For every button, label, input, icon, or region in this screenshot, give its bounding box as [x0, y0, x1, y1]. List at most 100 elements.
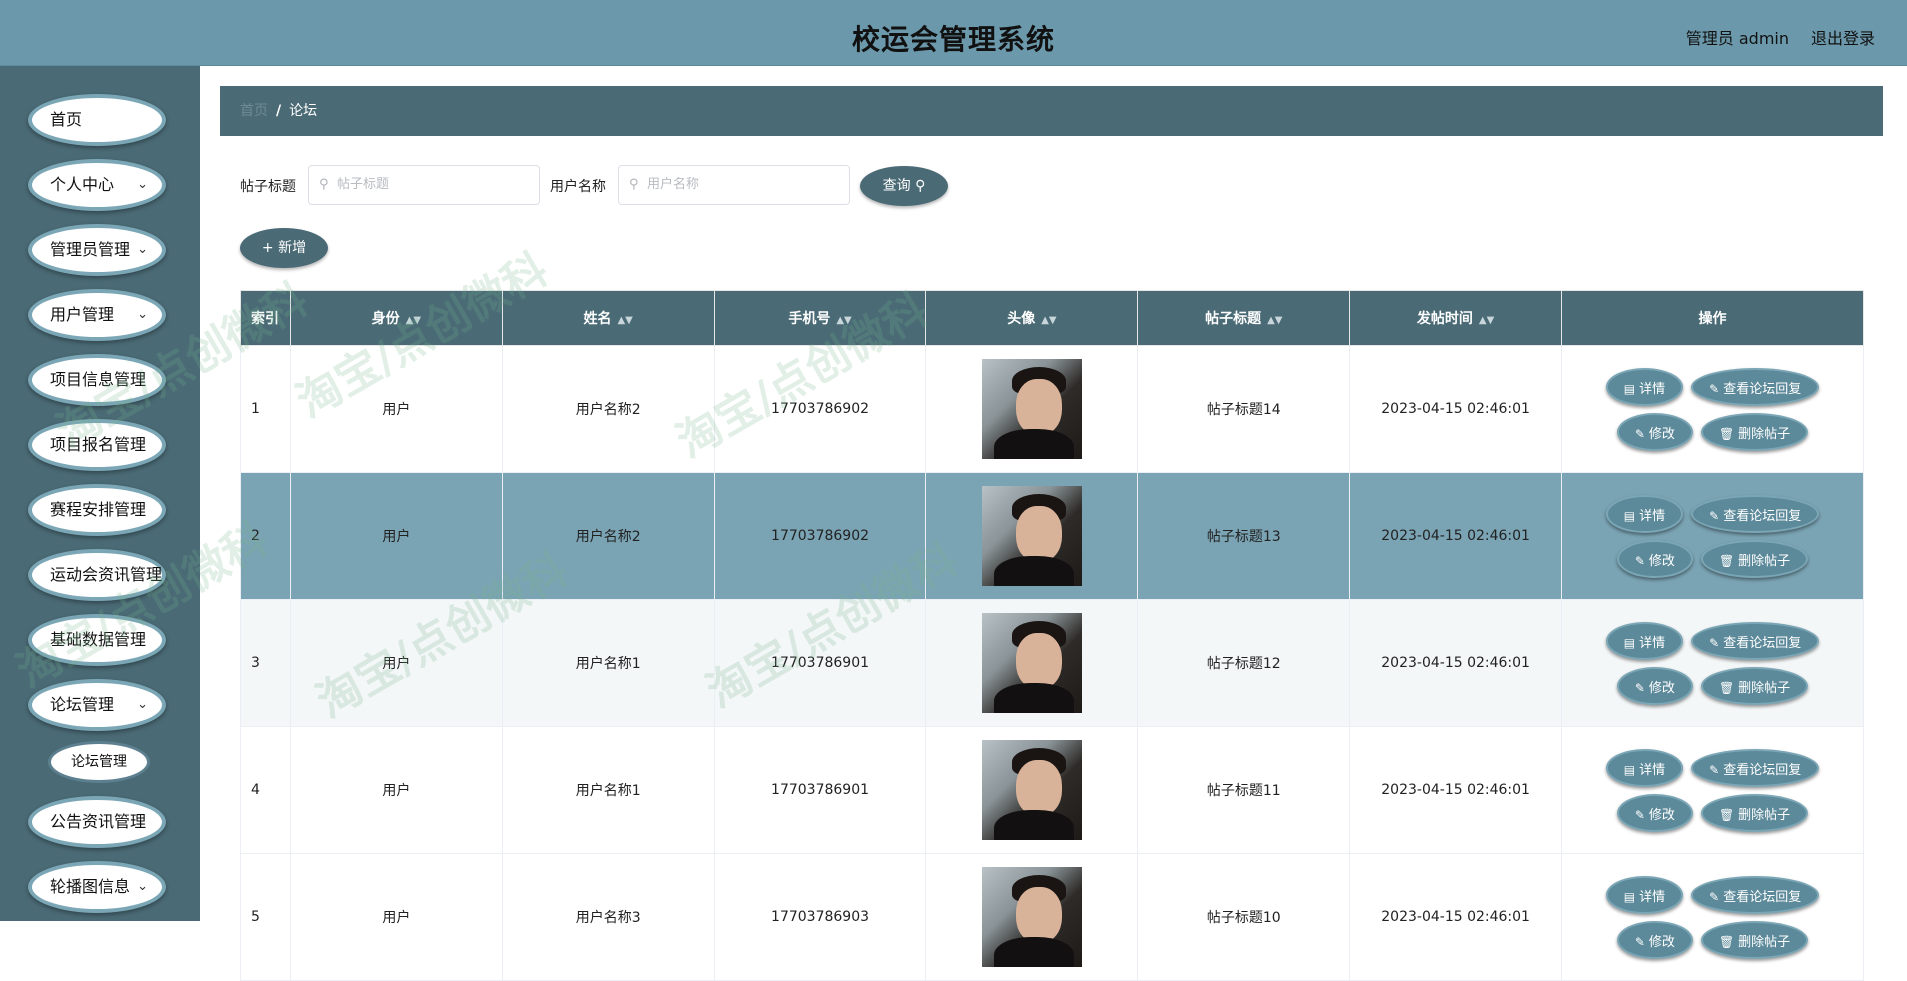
sidebar-item-profile[interactable]: 个人中心 ⌄ — [28, 159, 166, 211]
col-title-label: 帖子标题 — [1205, 311, 1262, 327]
sidebar-item-admin[interactable]: 管理员管理 ⌄ — [28, 224, 166, 276]
view-replies-button[interactable]: ✎ 查看论坛回复 — [1691, 494, 1820, 533]
view-replies-button-label: 查看论坛回复 — [1723, 762, 1802, 778]
delete-button-label: 删除帖子 — [1738, 934, 1791, 950]
detail-button[interactable]: ▤ 详情 — [1605, 875, 1684, 914]
delete-button[interactable]: 🗑 删除帖子 — [1700, 793, 1809, 832]
view-replies-button[interactable]: ✎ 查看论坛回复 — [1691, 621, 1820, 660]
table-row[interactable]: 1 用户 用户名称2 17703786902 帖子标题14 2023-04-15 02:4… — [240, 345, 1864, 473]
cell-phone: 17703786901 — [713, 599, 927, 727]
cell-phone: 17703786902 — [713, 472, 927, 600]
edit-button-label: 修改 — [1648, 426, 1675, 442]
detail-button[interactable]: ▤ 详情 — [1605, 748, 1684, 787]
view-replies-button-label: 查看论坛回复 — [1723, 508, 1802, 524]
sidebar-item-news[interactable]: 运动会资讯管理 — [28, 549, 166, 601]
pencil-icon: ✎ — [1709, 635, 1720, 650]
sidebar-item-label: 基础数据管理 — [50, 630, 147, 649]
sort-icon[interactable]: ▲▼ — [617, 315, 632, 326]
view-replies-button[interactable]: ✎ 查看论坛回复 — [1691, 875, 1820, 914]
sidebar-item-base-data[interactable]: 基础数据管理 — [28, 614, 166, 666]
cell-avatar — [925, 599, 1139, 727]
edit-button-label: 修改 — [1648, 807, 1675, 823]
sort-icon[interactable]: ▲▼ — [1267, 315, 1282, 326]
delete-button[interactable]: 🗑 删除帖子 — [1700, 412, 1809, 451]
edit-button[interactable]: ✎ 修改 — [1616, 920, 1693, 959]
sort-icon[interactable]: ▲▼ — [836, 315, 851, 326]
avatar[interactable] — [981, 740, 1082, 840]
col-title[interactable]: 帖子标题 ▲▼ — [1137, 290, 1351, 346]
title-search-input[interactable] — [337, 177, 527, 192]
delete-button-label: 删除帖子 — [1738, 680, 1791, 696]
edit-button[interactable]: ✎ 修改 — [1616, 539, 1693, 578]
sidebar-item-label: 论坛管理 — [50, 695, 115, 714]
sidebar-item-users[interactable]: 用户管理 ⌄ — [28, 289, 166, 341]
sidebar-item-notice[interactable]: 公告资讯管理 — [28, 796, 166, 848]
forum-table: 索引 身份 ▲▼ 姓名 ▲▼ 手机号 ▲▼ 头像 ▲▼ 帖子标题 ▲▼ 发帖时间 ▲▼ 操作… — [240, 290, 1864, 981]
cell-avatar — [925, 472, 1139, 600]
avatar[interactable] — [981, 486, 1082, 586]
query-button[interactable]: 查询 ⚲ — [860, 166, 948, 206]
cell-name: 用户名称3 — [501, 853, 715, 981]
edit-button[interactable]: ✎ 修改 — [1616, 666, 1693, 705]
view-replies-button[interactable]: ✎ 查看论坛回复 — [1691, 367, 1820, 406]
detail-button[interactable]: ▤ 详情 — [1605, 367, 1684, 406]
edit-button[interactable]: ✎ 修改 — [1616, 793, 1693, 832]
name-search-field[interactable]: ⚲ — [618, 165, 850, 205]
avatar[interactable] — [981, 867, 1082, 967]
app-title: 校运会管理系统 — [851, 23, 1055, 56]
sidebar-item-project-info[interactable]: 项目信息管理 — [28, 354, 166, 406]
table-row[interactable]: 2 用户 用户名称2 17703786902 帖子标题13 2023-04-15 02:4… — [240, 472, 1864, 600]
table-row[interactable]: 3 用户 用户名称1 17703786901 帖子标题12 2023-04-15 02:4… — [240, 599, 1864, 727]
sidebar: 首页 个人中心 ⌄ 管理员管理 ⌄ 用户管理 ⌄ 项目信息管理 项目报名管理 赛程安排… — [0, 66, 200, 921]
sidebar-item-carousel[interactable]: 轮播图信息 ⌄ — [28, 861, 166, 913]
cell-phone: 17703786902 — [713, 345, 927, 473]
title-search-field[interactable]: ⚲ — [308, 165, 540, 205]
edit-button[interactable]: ✎ 修改 — [1616, 412, 1693, 451]
avatar[interactable] — [981, 359, 1082, 459]
add-button[interactable]: + 新增 — [240, 228, 328, 268]
col-phone[interactable]: 手机号 ▲▼ — [713, 290, 927, 346]
sidebar-item-forum[interactable]: 论坛管理 ⌄ — [28, 679, 166, 731]
breadcrumb-home[interactable]: 首页 — [240, 103, 268, 119]
cell-time: 2023-04-15 02:46:01 — [1349, 599, 1563, 727]
detail-button[interactable]: ▤ 详情 — [1605, 621, 1684, 660]
col-avatar[interactable]: 头像 ▲▼ — [925, 290, 1139, 346]
col-phone-label: 手机号 — [788, 311, 831, 327]
cell-actions: ▤ 详情 ✎ 查看论坛回复 ✎ 修改 🗑 删除帖子 — [1561, 472, 1864, 600]
detail-button[interactable]: ▤ 详情 — [1605, 494, 1684, 533]
cell-role: 用户 — [289, 853, 503, 981]
sidebar-item-schedule[interactable]: 赛程安排管理 — [28, 484, 166, 536]
logout-link[interactable]: 退出登录 — [1811, 25, 1875, 49]
sort-icon[interactable]: ▲▼ — [406, 315, 421, 326]
col-actions: 操作 — [1561, 290, 1864, 346]
sidebar-item-label: 公告资讯管理 — [50, 812, 147, 831]
view-replies-button[interactable]: ✎ 查看论坛回复 — [1691, 748, 1820, 787]
sort-icon[interactable]: ▲▼ — [1041, 315, 1056, 326]
cell-name: 用户名称2 — [501, 472, 715, 600]
avatar[interactable] — [981, 613, 1082, 713]
detail-button-label: 详情 — [1639, 508, 1666, 524]
col-role[interactable]: 身份 ▲▼ — [289, 290, 503, 346]
sidebar-item-home[interactable]: 首页 — [28, 94, 166, 146]
sidebar-subitem-forum-manage[interactable]: 论坛管理 — [48, 741, 150, 783]
col-time[interactable]: 发帖时间 ▲▼ — [1349, 290, 1563, 346]
table-row[interactable]: 4 用户 用户名称1 17703786901 帖子标题11 2023-04-15 02:4… — [240, 726, 1864, 854]
name-search-input[interactable] — [647, 177, 837, 192]
col-name[interactable]: 姓名 ▲▼ — [501, 290, 715, 346]
delete-button[interactable]: 🗑 删除帖子 — [1700, 920, 1809, 959]
pencil-icon: ✎ — [1634, 934, 1645, 949]
sort-icon[interactable]: ▲▼ — [1479, 315, 1494, 326]
table-row[interactable]: 5 用户 用户名称3 17703786903 帖子标题10 2023-04-15 02:4… — [240, 853, 1864, 981]
document-icon: ▤ — [1623, 762, 1636, 777]
delete-button[interactable]: 🗑 删除帖子 — [1700, 666, 1809, 705]
cell-phone: 17703786903 — [713, 853, 927, 981]
detail-button-label: 详情 — [1639, 635, 1666, 651]
sidebar-item-project-signup[interactable]: 项目报名管理 — [28, 419, 166, 471]
cell-title: 帖子标题10 — [1137, 853, 1351, 981]
view-replies-button-label: 查看论坛回复 — [1723, 889, 1802, 905]
delete-button-label: 删除帖子 — [1738, 553, 1791, 569]
col-role-label: 身份 — [371, 311, 400, 327]
search-icon: ⚲ — [915, 178, 926, 194]
delete-button[interactable]: 🗑 删除帖子 — [1700, 539, 1809, 578]
cell-role: 用户 — [289, 345, 503, 473]
